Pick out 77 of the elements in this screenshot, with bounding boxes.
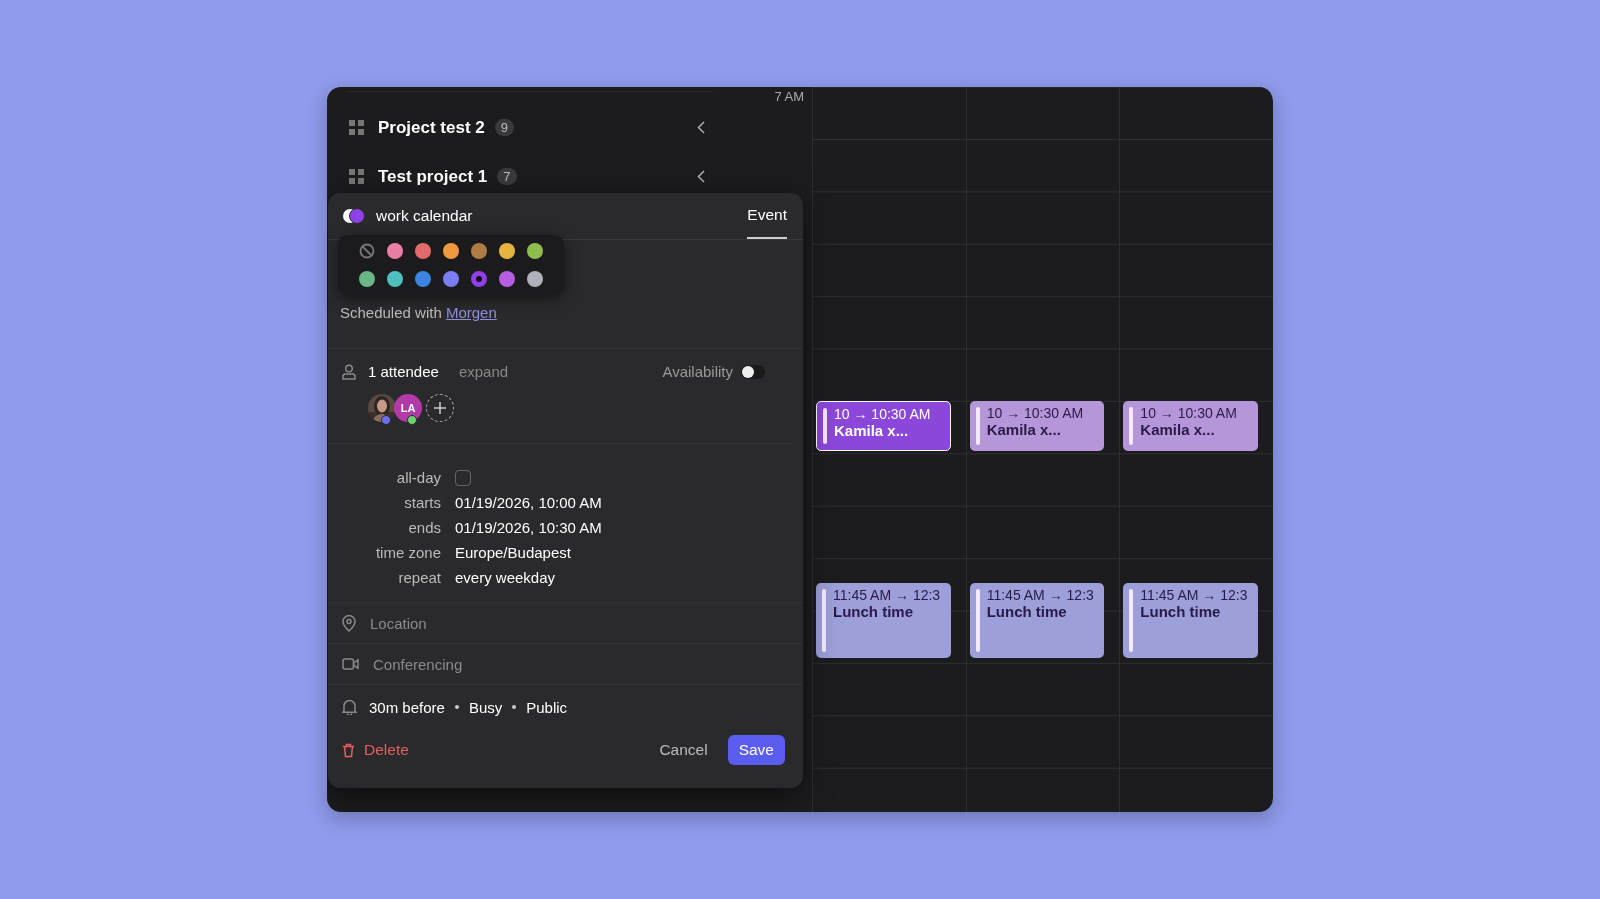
- event-title: Kamila x...: [834, 422, 910, 439]
- count-badge: 9: [494, 119, 514, 136]
- field-label: starts: [403, 493, 441, 513]
- event-time: 11:45 AM → 12:3: [833, 587, 942, 603]
- avatar-initials: LA: [394, 394, 422, 422]
- field-value[interactable]: 01/19/2026, 10:00 AM: [455, 493, 602, 513]
- project-name[interactable]: Test project 1: [378, 166, 488, 187]
- video-camera-icon: [342, 658, 359, 670]
- color-swatch[interactable]: [471, 271, 487, 287]
- field-label: repeat: [397, 568, 441, 588]
- field-label: time zone: [374, 543, 441, 563]
- availability-toggle[interactable]: [741, 364, 765, 379]
- expand-link[interactable]: expand: [458, 363, 509, 380]
- trash-icon: [342, 742, 355, 758]
- event-block[interactable]: 11:45 AM → 12:3 Lunch time: [1123, 583, 1258, 658]
- attendee-count: 1 attendee: [368, 363, 439, 380]
- tab[interactable]: Event: [747, 193, 787, 239]
- location-pin-icon: [342, 614, 356, 632]
- notification-setting[interactable]: Public: [526, 698, 568, 716]
- hour-label: 7 AM: [774, 89, 804, 104]
- event-time: 10 → 10:30 AM: [834, 406, 932, 422]
- event-title: Lunch time: [833, 603, 914, 620]
- color-swatch[interactable]: [499, 243, 515, 259]
- person-icon: [342, 363, 356, 380]
- color-swatch[interactable]: [527, 271, 543, 287]
- event-title: Lunch time: [1140, 603, 1222, 620]
- event-block[interactable]: 11:45 AM → 12:3 Lunch time: [969, 583, 1105, 658]
- scheduled-with-text: Scheduled with Morgen: [340, 304, 497, 321]
- color-swatch[interactable]: [527, 243, 543, 259]
- plus-icon: [433, 401, 447, 415]
- event-block[interactable]: 11:45 AM → 12:3 Lunch time: [816, 583, 951, 658]
- notification-setting[interactable]: Busy: [468, 698, 503, 716]
- field-label: ends: [407, 518, 441, 538]
- grid-icon: [349, 169, 364, 184]
- link[interactable]: Morgen: [445, 304, 497, 321]
- field-value[interactable]: 01/19/2026, 10:30 AM: [455, 518, 602, 538]
- color-swatch[interactable]: [359, 271, 375, 287]
- event-block[interactable]: 10 → 10:30 AM Kamila x...: [969, 401, 1105, 451]
- event-title: Kamila x...: [986, 421, 1062, 438]
- availability-label: Availability: [662, 363, 733, 380]
- all-day-checkbox[interactable]: [455, 470, 471, 486]
- save-button[interactable]: Save: [727, 735, 785, 765]
- event-title: Kamila x...: [1140, 421, 1216, 438]
- color-swatch[interactable]: [387, 243, 403, 259]
- event-time: 11:45 AM → 12:3: [986, 587, 1095, 603]
- no-color-swatch[interactable]: [359, 243, 375, 259]
- conferencing-field[interactable]: Conferencing: [371, 654, 675, 674]
- color-swatch[interactable]: [471, 243, 487, 259]
- count-badge: 7: [497, 168, 517, 185]
- event-time: 10 → 10:30 AM: [986, 405, 1085, 421]
- notification-setting[interactable]: 30m before: [369, 698, 445, 716]
- cancel-button[interactable]: Cancel: [651, 737, 716, 763]
- color-swatch[interactable]: [387, 271, 403, 287]
- chevron-left-icon[interactable]: [697, 121, 705, 134]
- event-block[interactable]: 10 → 10:30 AM Kamila x...: [1123, 401, 1258, 451]
- field-value[interactable]: every weekday: [455, 568, 556, 588]
- grid-icon: [349, 120, 364, 135]
- calendar-name[interactable]: work calendar: [376, 207, 473, 225]
- location-field[interactable]: Location: [368, 613, 672, 633]
- color-swatch[interactable]: [499, 271, 515, 287]
- delete-button[interactable]: Delete: [342, 741, 409, 759]
- field-value[interactable]: Europe/Budapest: [455, 543, 571, 563]
- separator-dot: [454, 705, 459, 709]
- event-time: 11:45 AM → 12:3: [1140, 587, 1249, 603]
- color-swatch[interactable]: [443, 243, 459, 259]
- bell-icon: [342, 699, 357, 715]
- event-title: Lunch time: [986, 603, 1068, 620]
- event-block[interactable]: 10 → 10:30 AM Kamila x...: [816, 401, 951, 451]
- chevron-left-icon[interactable]: [697, 170, 705, 183]
- color-swatch[interactable]: [415, 271, 431, 287]
- calendar-color-icon[interactable]: [342, 208, 366, 224]
- separator-dot: [512, 705, 517, 709]
- event-time: 10 → 10:30 AM: [1140, 405, 1238, 421]
- color-swatch[interactable]: [443, 271, 459, 287]
- project-name[interactable]: Project test 2: [378, 117, 485, 138]
- field-label: all-day: [395, 468, 441, 488]
- color-swatch[interactable]: [415, 243, 431, 259]
